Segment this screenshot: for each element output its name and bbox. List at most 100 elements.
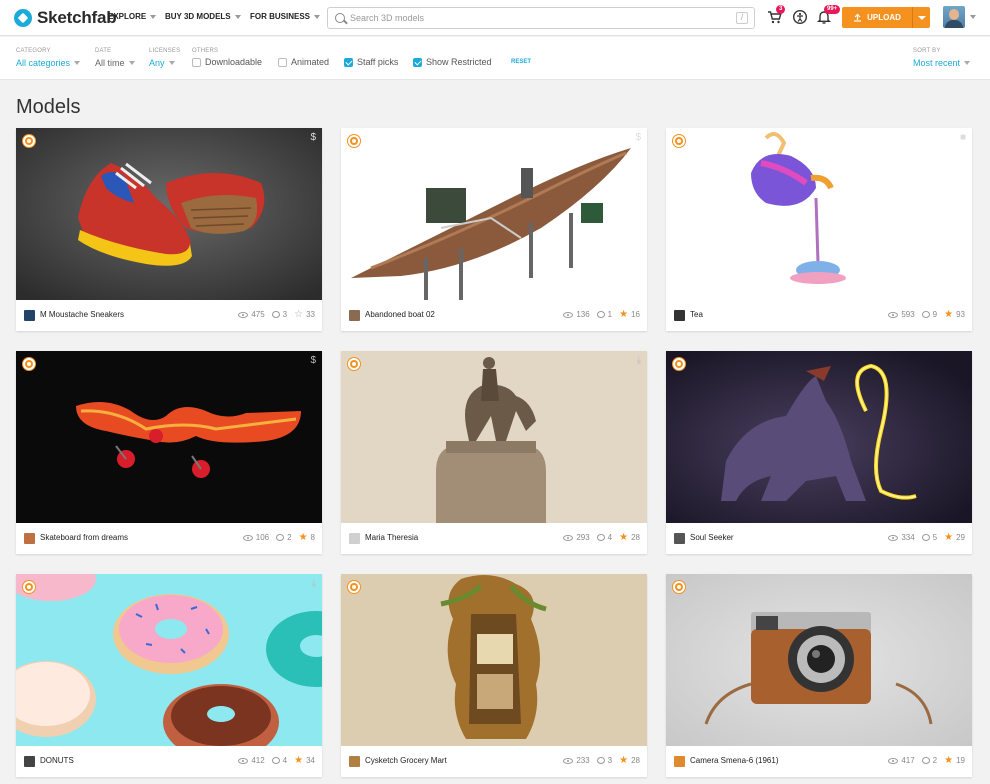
like-star-icon[interactable]: ★: [944, 532, 953, 542]
nav-for-business[interactable]: FOR BUSINESS: [250, 12, 321, 21]
model-stats: 593 9 ★ 93: [888, 309, 965, 319]
nav-buy-label: BUY 3D MODELS: [165, 12, 231, 21]
model-stats: 475 3 ☆ 33: [238, 309, 315, 319]
author-avatar[interactable]: [349, 533, 360, 544]
nav-business-label: FOR BUSINESS: [250, 12, 311, 21]
author-avatar[interactable]: [674, 756, 685, 767]
views-count: 136: [576, 310, 590, 319]
checkbox-checked-icon: [344, 57, 353, 67]
sort-dropdown[interactable]: Most recent: [913, 58, 971, 68]
checkbox-label: Staff picks: [357, 57, 399, 67]
likes-count: 28: [631, 533, 640, 542]
model-name[interactable]: Cysketch Grocery Mart: [365, 756, 447, 765]
like-star-icon[interactable]: ★: [944, 309, 953, 319]
skateboard-thumbnail[interactable]: $: [16, 351, 322, 523]
model-name[interactable]: Maria Theresia: [365, 533, 418, 542]
like-star-icon[interactable]: ☆: [294, 309, 303, 319]
upload-button[interactable]: UPLOAD: [842, 7, 912, 28]
like-star-icon[interactable]: ★: [299, 532, 308, 542]
licenses-dropdown[interactable]: Any: [149, 58, 175, 68]
model-name[interactable]: Tea: [690, 310, 703, 319]
comments-count: 2: [287, 533, 292, 542]
comments-count: 3: [607, 756, 613, 765]
reset-filters-link[interactable]: RESET: [511, 59, 531, 65]
model-meta: Camera Smena-6 (1961) 417 2 ★ 19: [666, 746, 972, 777]
model-card[interactable]: $ Skateboard from dreams 106 2 ★ 8: [16, 351, 322, 554]
likes-count: 29: [956, 533, 965, 542]
views-count: 334: [901, 533, 915, 542]
statue-thumbnail[interactable]: ⤓: [341, 351, 647, 523]
author-avatar[interactable]: [24, 310, 35, 321]
sketchfab-logo[interactable]: Sketchfab: [14, 7, 117, 29]
author-avatar[interactable]: [349, 756, 360, 767]
author-avatar[interactable]: [674, 533, 685, 544]
downloadable-checkbox[interactable]: Downloadable: [192, 57, 262, 67]
comments-count: 2: [932, 756, 938, 765]
date-dropdown[interactable]: All time: [95, 58, 135, 68]
model-card[interactable]: ■ Tea 593 9 ★ 93: [666, 128, 972, 331]
accessibility-button[interactable]: [792, 9, 810, 27]
avatar[interactable]: [943, 6, 965, 28]
model-card[interactable]: ⤓ Maria Theresia 293 4 ★ 28: [341, 351, 647, 554]
model-name[interactable]: Soul Seeker: [690, 533, 734, 542]
views-icon: [242, 534, 253, 541]
author-avatar[interactable]: [24, 756, 35, 767]
comments-icon: [271, 757, 280, 764]
model-card[interactable]: $ Abandoned boat 02 136 1 ★ 16: [341, 128, 647, 331]
model-card[interactable]: $ M Moustache Sneakers 475 3 ☆ 33: [16, 128, 322, 331]
like-star-icon[interactable]: ★: [619, 532, 628, 542]
licenses-value: Any: [149, 58, 165, 68]
sketchfab-logo-icon: [14, 9, 32, 27]
model-name[interactable]: M Moustache Sneakers: [40, 310, 124, 319]
tree-house-thumbnail[interactable]: [341, 574, 647, 746]
model-card[interactable]: Camera Smena-6 (1961) 417 2 ★ 19: [666, 574, 972, 777]
model-name[interactable]: DONUTS: [40, 756, 74, 765]
search-input[interactable]: [350, 10, 730, 26]
notifications-button[interactable]: 99+: [816, 5, 841, 27]
model-name[interactable]: Camera Smena-6 (1961): [690, 756, 778, 765]
teapot-thumbnail[interactable]: ■: [666, 128, 972, 300]
likes-count: 16: [631, 310, 640, 319]
model-card[interactable]: Soul Seeker 334 5 ★ 29: [666, 351, 972, 554]
author-avatar[interactable]: [349, 310, 360, 321]
nav-buy-3d-models[interactable]: BUY 3D MODELS: [165, 12, 241, 21]
checkbox-label: Downloadable: [205, 57, 263, 67]
staff-picks-checkbox[interactable]: Staff picks: [344, 57, 398, 67]
staff-pick-icon: [348, 581, 360, 593]
sneakers-thumbnail[interactable]: $: [16, 128, 322, 300]
author-avatar[interactable]: [674, 310, 685, 321]
model-name[interactable]: Skateboard from dreams: [40, 533, 128, 542]
like-star-icon[interactable]: ★: [294, 755, 303, 765]
views-count: 417: [901, 756, 915, 765]
model-stats: 334 5 ★ 29: [888, 532, 965, 542]
author-avatar[interactable]: [24, 533, 35, 544]
like-star-icon[interactable]: ★: [619, 755, 628, 765]
creature-thumbnail[interactable]: [666, 351, 972, 523]
like-star-icon[interactable]: ★: [619, 309, 628, 319]
like-star-icon[interactable]: ★: [944, 755, 953, 765]
model-stats: 293 4 ★ 28: [563, 532, 640, 542]
show-restricted-checkbox[interactable]: Show Restricted: [413, 57, 492, 67]
staff-pick-icon: [23, 135, 35, 147]
chevron-down-icon[interactable]: [970, 15, 976, 19]
donuts-thumbnail[interactable]: ⤓: [16, 574, 322, 746]
nav-explore[interactable]: EXPLORE: [108, 12, 157, 21]
cart-button[interactable]: 3: [767, 5, 786, 27]
views-count: 593: [901, 310, 915, 319]
upload-options-button[interactable]: [912, 7, 930, 28]
licenses-filter-label: LICENSES: [149, 48, 181, 54]
comments-icon: [596, 311, 605, 318]
animated-checkbox[interactable]: Animated: [278, 57, 329, 67]
model-card[interactable]: ⤓ DONUTS 412 4 ★ 34: [16, 574, 322, 777]
model-stats: 233 3 ★ 28: [563, 755, 640, 765]
model-name[interactable]: Abandoned boat 02: [365, 310, 435, 319]
category-dropdown[interactable]: All categories: [16, 58, 81, 68]
boat-thumbnail[interactable]: $: [341, 128, 647, 300]
camera-thumbnail[interactable]: [666, 574, 972, 746]
model-card[interactable]: Cysketch Grocery Mart 233 3 ★ 28: [341, 574, 647, 777]
views-count: 233: [576, 756, 590, 765]
sort-value: Most recent: [913, 58, 961, 68]
likes-count: 33: [306, 310, 315, 319]
likes-count: 8: [310, 533, 315, 542]
chevron-down-icon: [150, 14, 157, 19]
